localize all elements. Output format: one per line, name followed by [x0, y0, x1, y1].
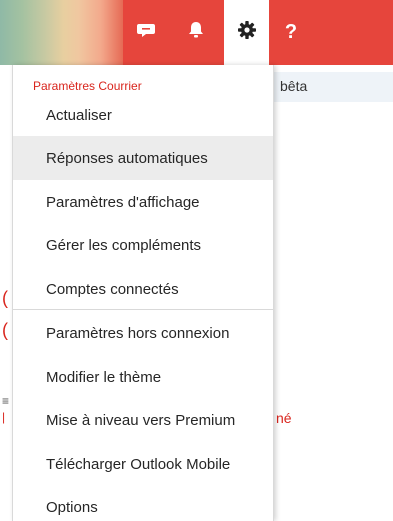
- question-mark-icon: ?: [284, 21, 298, 43]
- menu-item-label: Paramètres hors connexion: [46, 324, 230, 342]
- notifications-button[interactable]: [168, 0, 224, 65]
- menu-item-label: Comptes connectés: [46, 280, 179, 298]
- menu-item-modifier-theme[interactable]: Modifier le thème: [13, 355, 273, 399]
- beta-label: bêta: [280, 78, 308, 94]
- theme-header-image: [0, 0, 123, 65]
- background-text-fragment: né: [276, 410, 292, 426]
- menu-item-label: Gérer les compléments: [46, 236, 202, 254]
- chat-button[interactable]: [123, 0, 168, 65]
- settings-menu: Paramètres Courrier Actualiser Réponses …: [12, 65, 274, 521]
- background-red-mark: (: [2, 288, 8, 308]
- menu-item-label: Télécharger Outlook Mobile: [46, 455, 231, 473]
- menu-item-parametres-hors-connexion[interactable]: Paramètres hors connexion: [13, 311, 273, 355]
- menu-item-parametres-affichage[interactable]: Paramètres d'affichage: [13, 180, 273, 224]
- chat-bubble-icon: [136, 21, 155, 44]
- background-red-mark: (: [2, 320, 8, 340]
- outlook-settings-screen: ? bêta né ( ( ≡ | Paramètres Courrier Ac…: [0, 0, 393, 521]
- settings-button[interactable]: [224, 0, 269, 65]
- menu-item-label: Mise à niveau vers Premium: [46, 411, 236, 429]
- menu-item-telecharger-outlook-mobile[interactable]: Télécharger Outlook Mobile: [13, 442, 273, 486]
- gear-icon: [237, 20, 257, 45]
- menu-item-comptes-connectes[interactable]: Comptes connectés: [13, 267, 273, 311]
- menu-item-mise-a-niveau-premium[interactable]: Mise à niveau vers Premium: [13, 398, 273, 442]
- top-bar-fill: [313, 0, 393, 65]
- menu-header: Paramètres Courrier: [33, 79, 142, 93]
- bell-icon: [188, 21, 204, 44]
- menu-item-gerer-complements[interactable]: Gérer les compléments: [13, 223, 273, 267]
- menu-item-reponses-automatiques[interactable]: Réponses automatiques: [13, 136, 273, 180]
- menu-item-label: Actualiser: [46, 106, 112, 124]
- menu-item-label: Options: [46, 498, 98, 516]
- background-mark: ≡: [2, 394, 10, 408]
- top-bar: ?: [0, 0, 393, 65]
- menu-item-actualiser[interactable]: Actualiser: [13, 93, 273, 137]
- menu-divider: [13, 309, 273, 310]
- background-mark: |: [2, 410, 6, 424]
- menu-item-label: Modifier le thème: [46, 368, 162, 386]
- menu-item-label: Paramètres d'affichage: [46, 193, 200, 211]
- menu-item-options[interactable]: Options: [13, 485, 273, 521]
- help-button[interactable]: ?: [269, 0, 313, 65]
- menu-item-label: Réponses automatiques: [46, 149, 208, 167]
